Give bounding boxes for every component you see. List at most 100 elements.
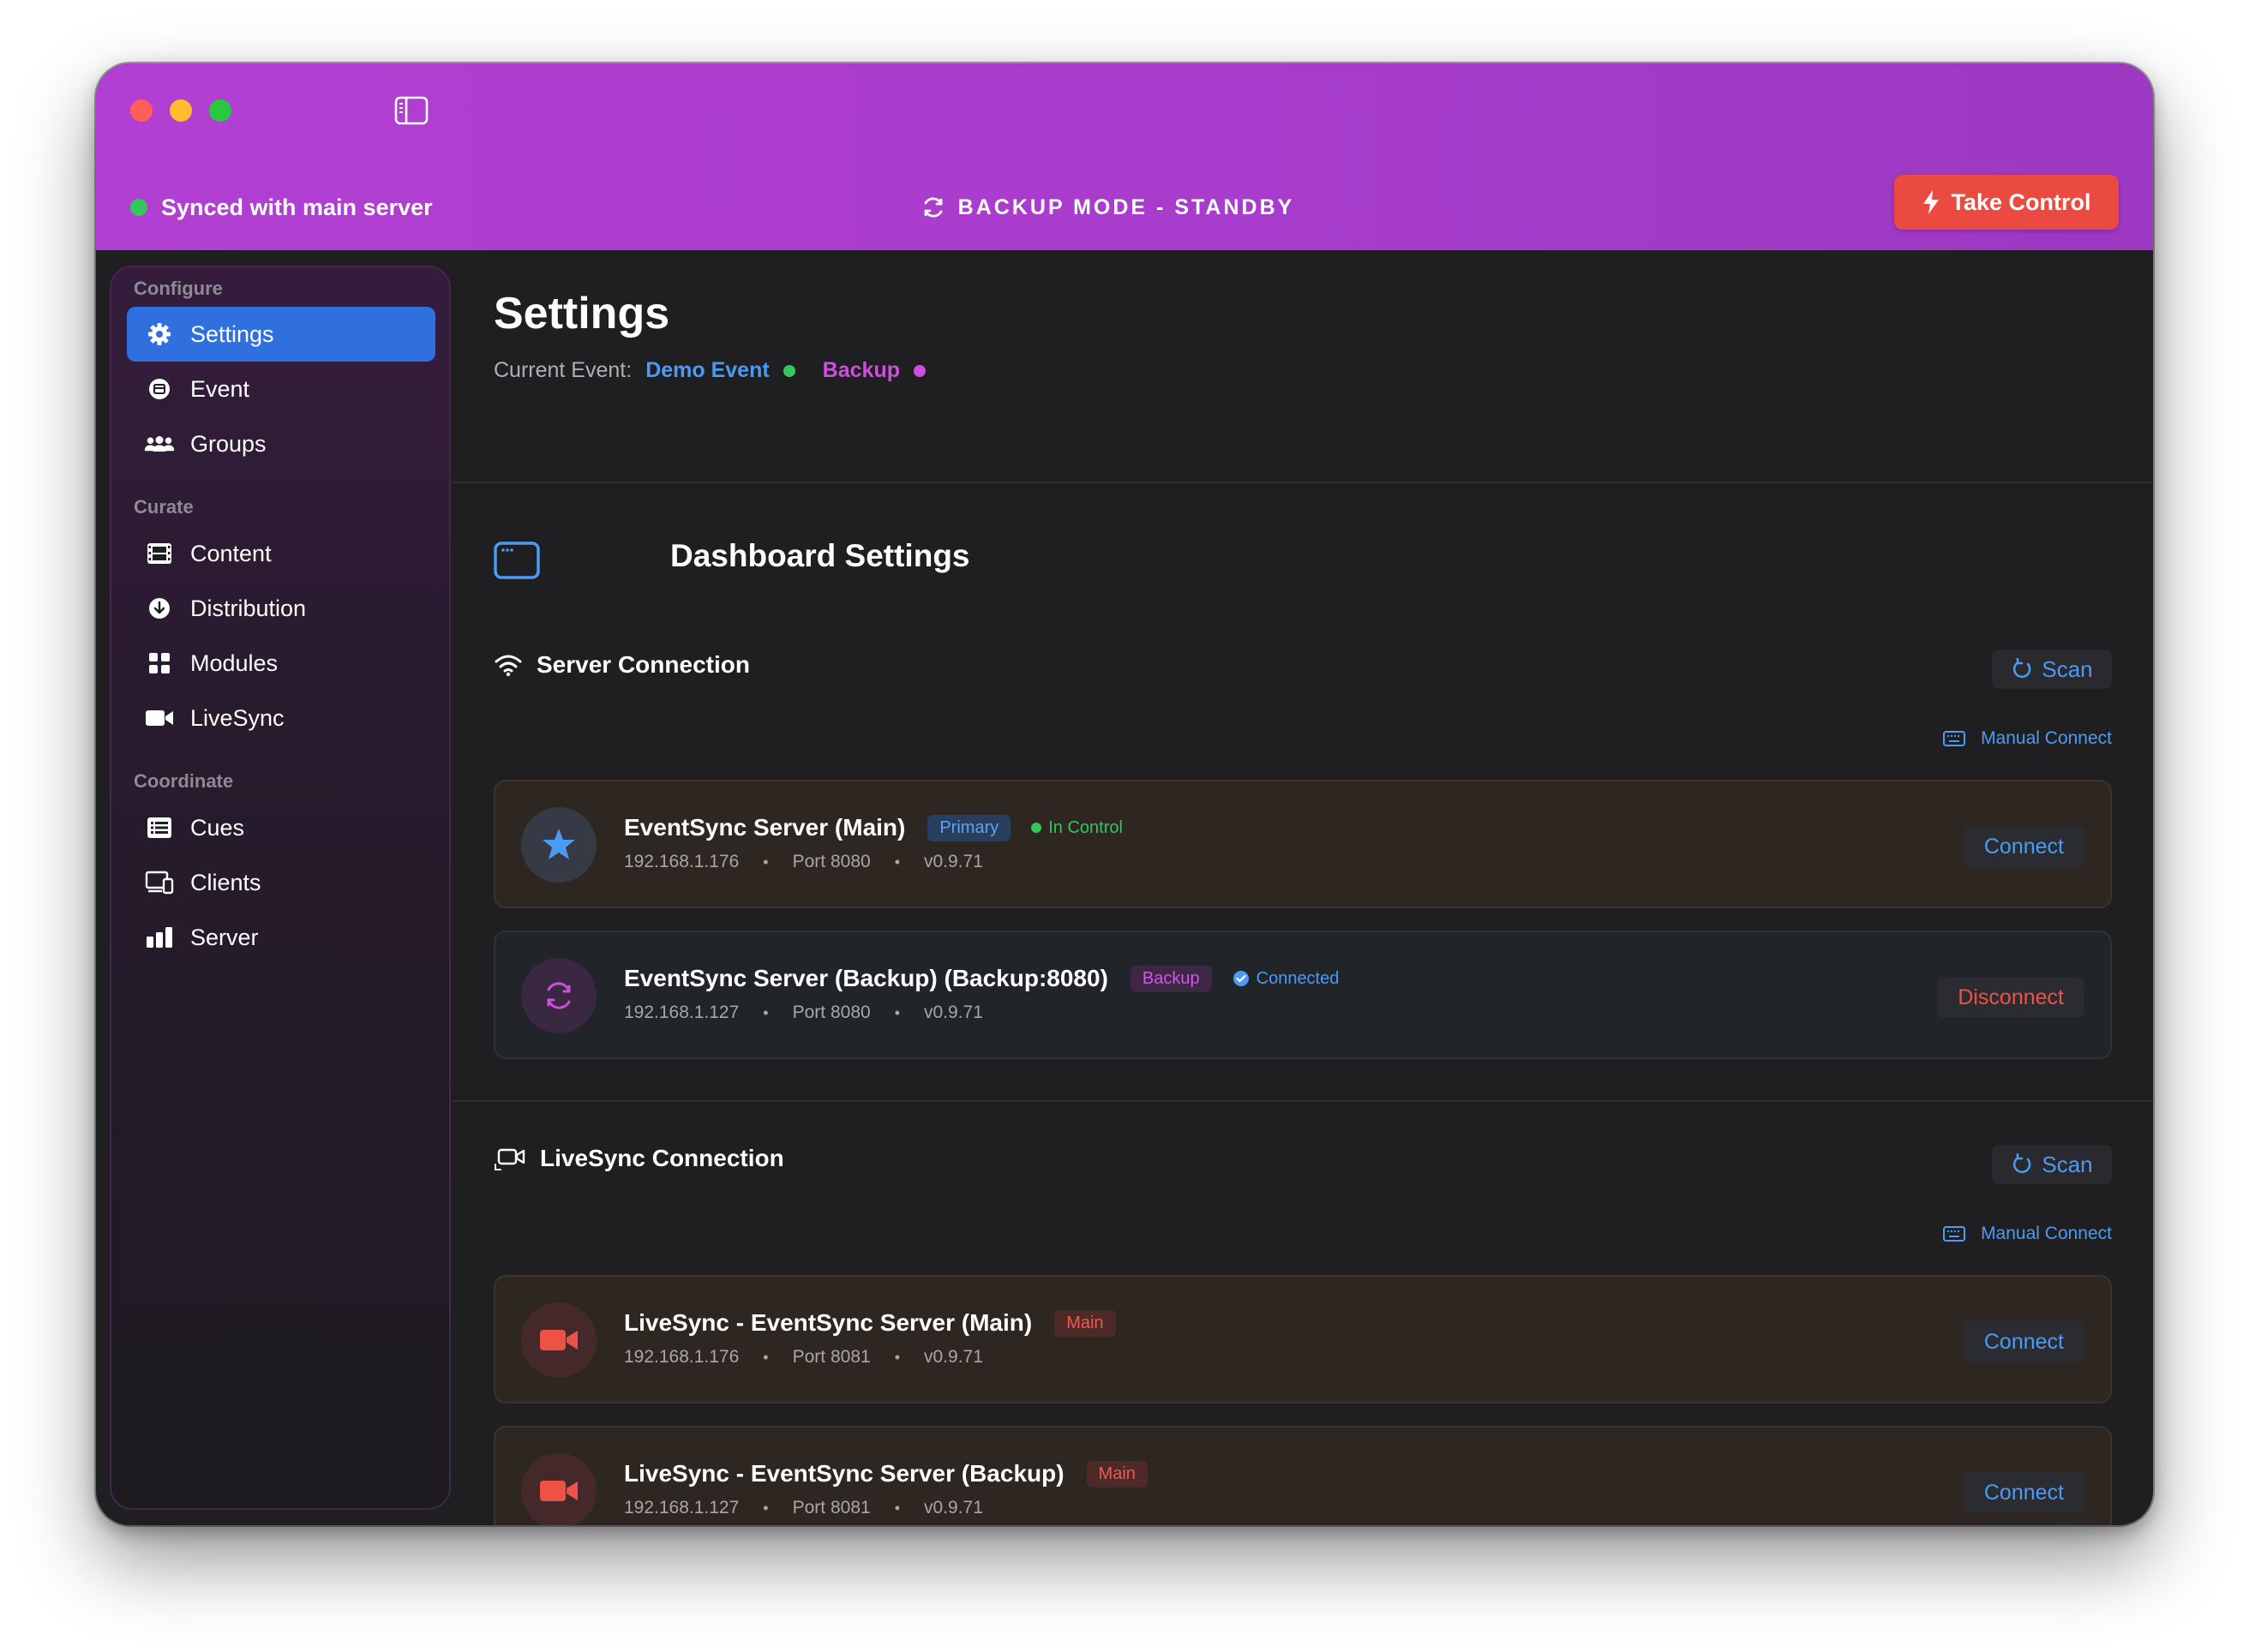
- gear-icon: [144, 319, 175, 350]
- dashboard-settings-title: Dashboard Settings: [670, 538, 970, 573]
- sidebar-item-livesync[interactable]: LiveSync: [127, 691, 435, 745]
- connect-button[interactable]: Connect: [1963, 1321, 2084, 1362]
- sidebar-item-label: Groups: [190, 430, 267, 457]
- server-card-backup: EventSync Server (Backup) (Backup:8080) …: [494, 931, 2112, 1059]
- close-window-button[interactable]: [130, 99, 153, 122]
- livesync-connection-header: LiveSync Connection: [494, 1145, 784, 1172]
- server-ip: 192.168.1.176: [624, 852, 740, 871]
- meta-separator: •: [894, 1348, 900, 1366]
- main-badge: Main: [1054, 1309, 1116, 1337]
- sidebar-item-label: Server: [190, 924, 259, 950]
- sidebar-item-label: Modules: [190, 649, 279, 676]
- sidebar-item-label: Content: [190, 540, 272, 566]
- sidebar-toggle-icon[interactable]: [394, 96, 429, 125]
- meta-separator: •: [763, 853, 769, 871]
- mode-status-dot: [913, 364, 926, 377]
- server-port: Port 8080: [792, 852, 871, 871]
- zoom-window-button[interactable]: [209, 99, 231, 122]
- sidebar-item-settings[interactable]: Settings: [127, 307, 435, 362]
- sidebar-section-curate: Curate: [134, 496, 194, 518]
- wifi-icon: [495, 655, 522, 677]
- sidebar-section-coordinate: Coordinate: [134, 770, 234, 792]
- server-connection-header: Server Connection: [494, 651, 750, 679]
- livesync-manual-connect-link[interactable]: Manual Connect: [1943, 1224, 2112, 1244]
- app-window: Synced with main server BACKUP MODE - ST…: [96, 63, 2153, 1525]
- list-icon: [144, 812, 175, 843]
- event-status-dot: [783, 364, 795, 377]
- backup-badge: Backup: [1130, 965, 1212, 992]
- meta-separator: •: [763, 1348, 769, 1366]
- server-version: v0.9.71: [924, 1347, 983, 1367]
- main-badge: Main: [1086, 1460, 1148, 1487]
- server-card-main: EventSync Server (Main) Primary In Contr…: [494, 780, 2112, 908]
- download-circle-icon: [144, 593, 175, 624]
- bolt-icon: [1923, 190, 1940, 214]
- livesync-scan-button[interactable]: Scan: [1992, 1145, 2112, 1184]
- video-camera-icon: [521, 1453, 597, 1525]
- server-name: LiveSync - EventSync Server (Main): [624, 1309, 1033, 1336]
- sidebar-item-distribution[interactable]: Distribution: [127, 581, 435, 636]
- server-name: LiveSync - EventSync Server (Backup): [624, 1460, 1065, 1487]
- meta-separator: •: [894, 1499, 900, 1517]
- mode-tag: Backup: [822, 358, 900, 382]
- connected-status: Connected: [1232, 968, 1340, 989]
- status-dot: [1031, 823, 1042, 833]
- status-label: In Control: [1048, 817, 1123, 837]
- current-event-label: Current Event:: [494, 358, 633, 382]
- primary-badge: Primary: [927, 814, 1011, 841]
- grid-icon: [144, 648, 175, 679]
- dashboard-window-icon: [494, 542, 540, 579]
- refresh-icon: [2013, 658, 2031, 679]
- server-meta: 192.168.1.176 • Port 8081 • v0.9.71: [624, 1347, 983, 1368]
- server-ip: 192.168.1.127: [624, 1003, 740, 1022]
- meta-separator: •: [894, 853, 900, 871]
- bar-chart-icon: [144, 922, 175, 953]
- in-control-status: In Control: [1031, 818, 1123, 838]
- meta-separator: •: [894, 1003, 900, 1021]
- manual-connect-label: Manual Connect: [1981, 728, 2112, 748]
- sidebar-item-groups[interactable]: Groups: [127, 416, 435, 471]
- take-control-button[interactable]: Take Control: [1894, 175, 2119, 230]
- server-version: v0.9.71: [924, 852, 983, 871]
- sidebar-item-modules[interactable]: Modules: [127, 636, 435, 691]
- main-content: Settings Current Event: Demo Event Backu…: [453, 250, 2153, 1525]
- server-connection-title: Server Connection: [537, 651, 750, 678]
- page-title: Settings: [494, 289, 670, 338]
- star-icon: [521, 807, 597, 883]
- event-icon: [144, 374, 175, 404]
- section-divider: [453, 1100, 2153, 1102]
- film-icon: [144, 538, 175, 569]
- manual-connect-label: Manual Connect: [1981, 1224, 2112, 1243]
- livesync-card-main: LiveSync - EventSync Server (Main) Main …: [494, 1275, 2112, 1404]
- header-divider: [453, 482, 2153, 483]
- server-manual-connect-link[interactable]: Manual Connect: [1943, 728, 2112, 749]
- sidebar-item-server[interactable]: Server: [127, 910, 435, 965]
- connect-button[interactable]: Connect: [1963, 1472, 2084, 1513]
- server-port: Port 8080: [792, 1003, 871, 1022]
- livesync-connection-title: LiveSync Connection: [540, 1145, 784, 1171]
- sidebar-item-content[interactable]: Content: [127, 526, 435, 581]
- server-scan-button[interactable]: Scan: [1992, 649, 2112, 689]
- meta-separator: •: [763, 1003, 769, 1021]
- sidebar-item-clients[interactable]: Clients: [127, 855, 435, 910]
- video-camera-icon: [144, 703, 175, 733]
- mode-label: BACKUP MODE - STANDBY: [957, 195, 1295, 219]
- check-circle-icon: [1232, 971, 1249, 986]
- status-label: Connected: [1256, 968, 1340, 988]
- sidebar-item-cues[interactable]: Cues: [127, 800, 435, 855]
- scan-label: Scan: [2042, 1151, 2093, 1177]
- sidebar-item-event[interactable]: Event: [127, 362, 435, 416]
- sidebar-item-label: Distribution: [190, 595, 307, 621]
- connect-button[interactable]: Connect: [1963, 826, 2084, 867]
- server-meta: 192.168.1.176 • Port 8080 • v0.9.71: [624, 852, 983, 872]
- devices-icon: [144, 867, 175, 898]
- server-meta: 192.168.1.127 • Port 8080 • v0.9.71: [624, 1003, 983, 1023]
- title-bar: Synced with main server BACKUP MODE - ST…: [96, 63, 2153, 250]
- current-event-link[interactable]: Demo Event: [645, 358, 769, 383]
- meta-separator: •: [763, 1499, 769, 1517]
- sidebar-section-configure: Configure: [134, 278, 223, 299]
- backup-mode-indicator: BACKUP MODE - STANDBY: [96, 190, 2153, 224]
- disconnect-button[interactable]: Disconnect: [1937, 977, 2084, 1018]
- sidebar-item-label: LiveSync: [190, 704, 285, 731]
- minimize-window-button[interactable]: [170, 99, 192, 122]
